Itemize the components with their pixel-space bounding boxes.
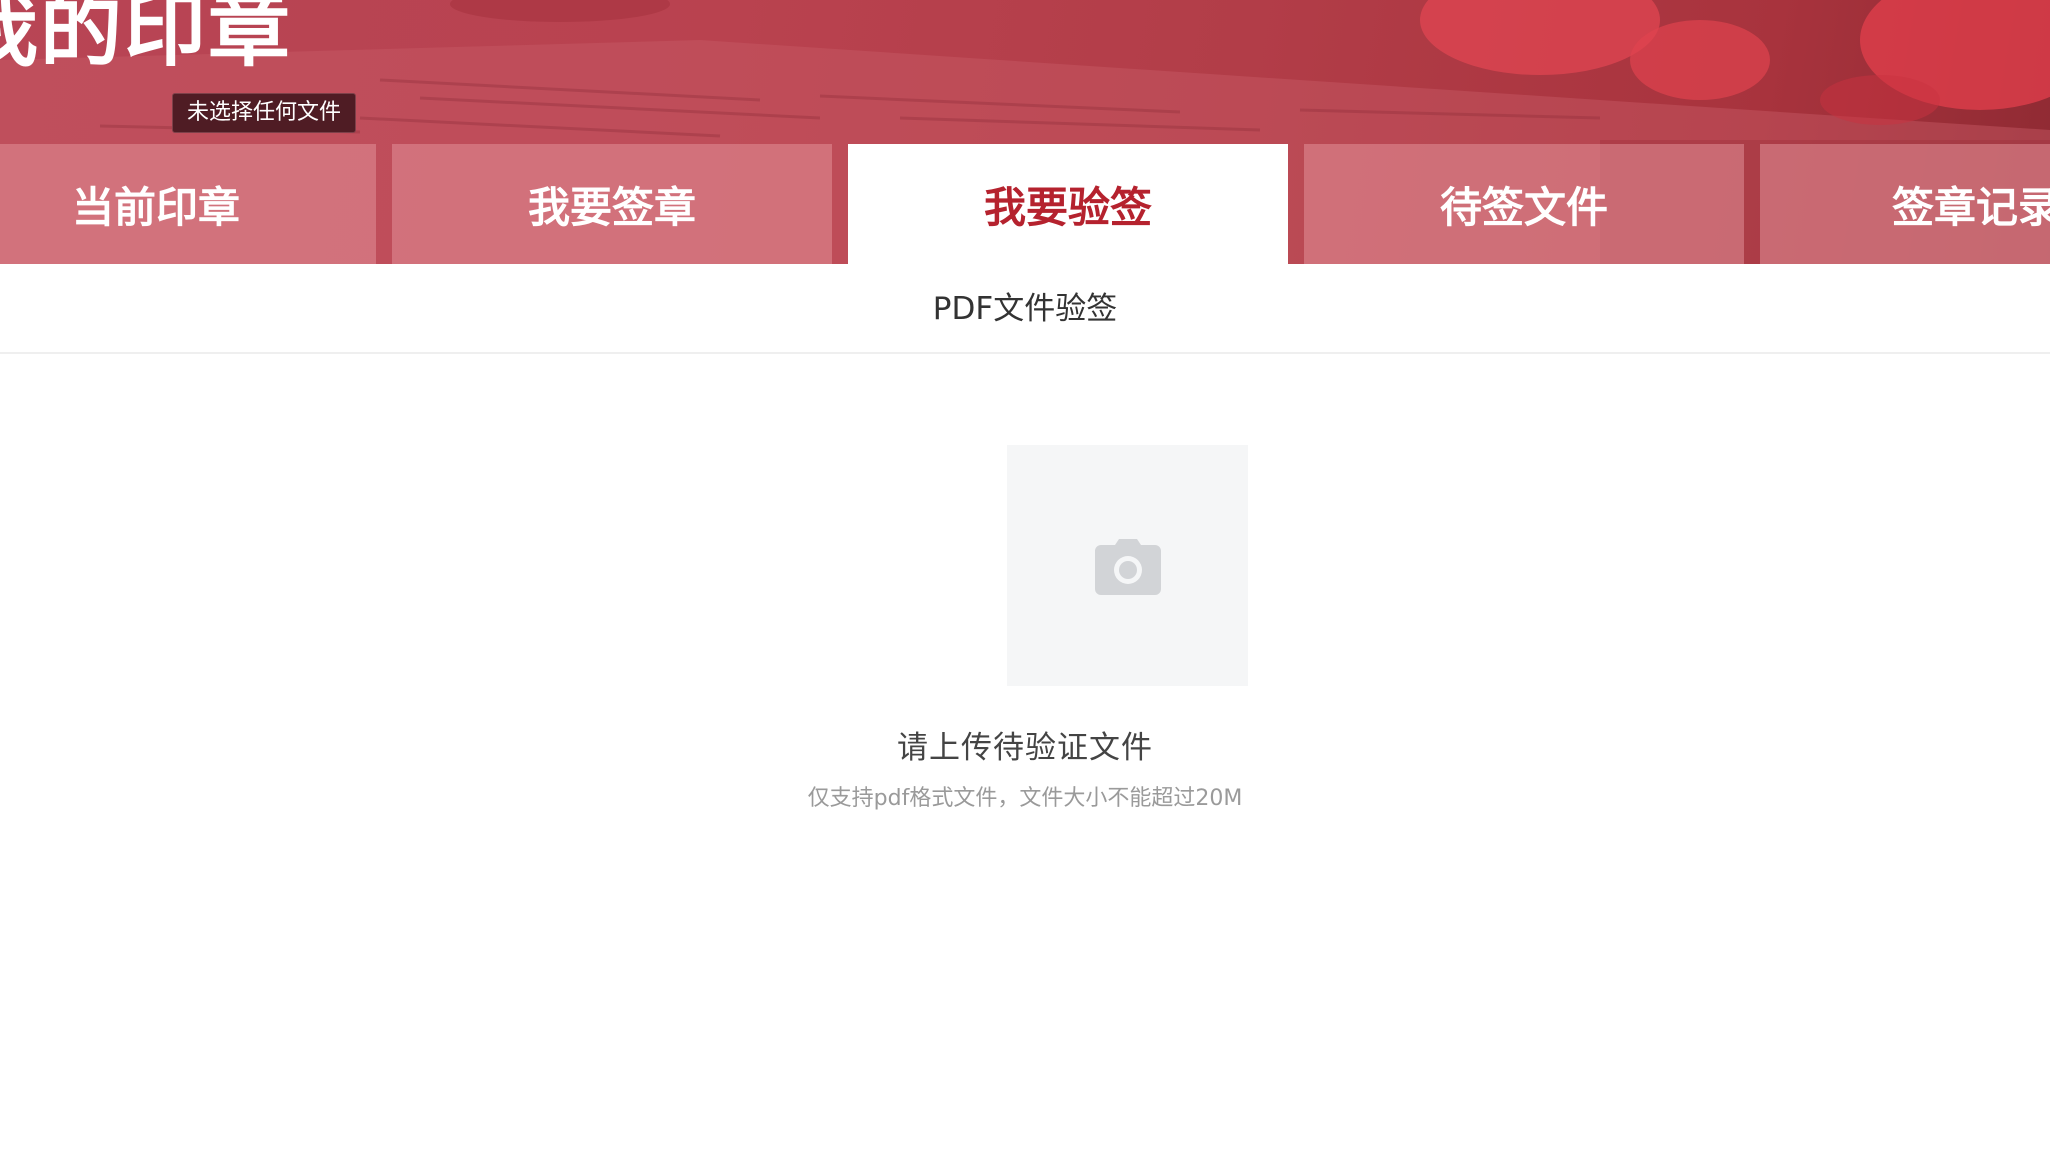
page: 我的印章 未选择任何文件 当前印章 我要签章 我要验签 待签文件 签章记录 PD…: [0, 0, 2050, 1160]
tab-sign[interactable]: 我要签章: [392, 144, 832, 264]
tab-verify-signature[interactable]: 我要验签: [848, 144, 1288, 264]
camera-icon: [1094, 538, 1161, 595]
tab-pending-files[interactable]: 待签文件: [1304, 144, 1744, 264]
section-title: PDF文件验签: [0, 264, 2050, 354]
file-input-tooltip: 未选择任何文件: [172, 93, 357, 133]
upload-title: 请上传待验证文件: [897, 730, 1153, 766]
tab-current-seal[interactable]: 当前印章: [0, 144, 376, 264]
upload-hint: 仅支持pdf格式文件，文件大小不能超过20M: [807, 786, 1243, 811]
tab-signing-records[interactable]: 签章记录: [1760, 144, 2050, 264]
page-title: 我的印章: [0, 0, 293, 78]
upload-button[interactable]: [1007, 445, 1248, 686]
